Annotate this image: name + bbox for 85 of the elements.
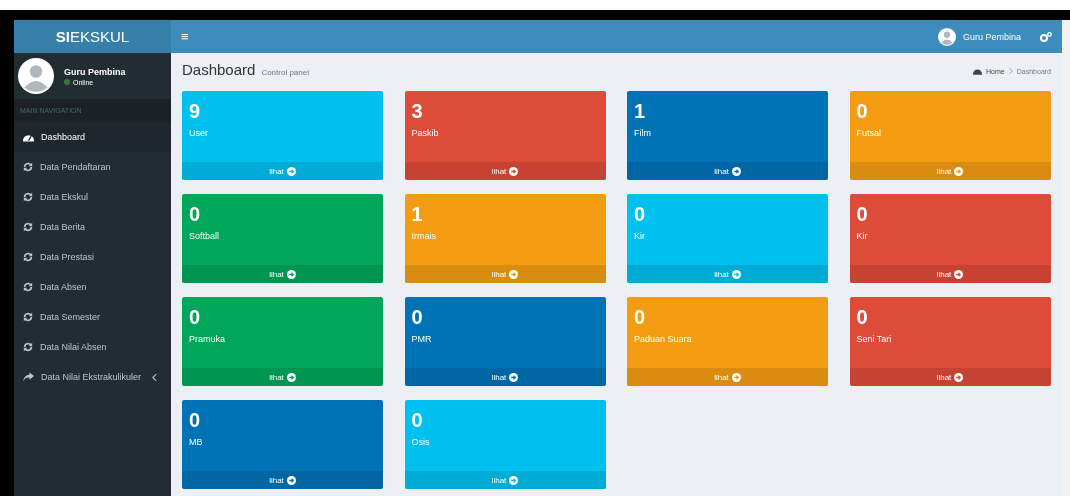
- stat-count: 0: [411, 410, 423, 430]
- stat-count: 0: [856, 101, 868, 121]
- arrow-circle-right-icon: [286, 475, 296, 485]
- stat-label: Futsal: [856, 128, 881, 138]
- avatar-icon: [18, 58, 54, 94]
- arrow-circle-right-icon: [509, 269, 519, 279]
- stat-count: 0: [189, 204, 201, 224]
- refresh-icon: [23, 282, 33, 292]
- stat-count: 1: [634, 101, 646, 121]
- card-footer-link[interactable]: lihat: [404, 471, 606, 489]
- stat-label: Softball: [189, 231, 220, 241]
- stat-count: 0: [411, 307, 423, 327]
- refresh-icon: [23, 312, 33, 322]
- arrow-circle-right-icon: [731, 372, 741, 382]
- stat-count: 0: [189, 307, 201, 327]
- stat-label: Kir: [634, 231, 645, 241]
- stat-count: 9: [189, 101, 201, 121]
- nav-item[interactable]: Data Absen: [14, 272, 171, 302]
- nav-item[interactable]: Data Ekskul: [14, 182, 171, 212]
- dashboard-icon: [973, 67, 983, 75]
- card-footer-link[interactable]: lihat: [182, 368, 383, 386]
- arrow-circle-right-icon: [954, 269, 964, 279]
- page-title: Dashboard: [182, 61, 256, 78]
- stat-label: Seni Tari: [856, 334, 892, 344]
- nav-item[interactable]: Data Pendaftaran: [14, 152, 171, 182]
- app-logo[interactable]: SIEKSKUL: [14, 20, 171, 53]
- nav-item[interactable]: Data Semester: [14, 302, 171, 332]
- stat-label: Paduan Suara: [634, 334, 692, 344]
- user-name: Guru Pembina: [64, 66, 126, 77]
- stat-label: MB: [189, 437, 203, 447]
- card-footer-link[interactable]: lihat: [404, 162, 606, 180]
- card-footer-link[interactable]: lihat: [849, 162, 1051, 180]
- card-footer-link[interactable]: lihat: [627, 265, 828, 283]
- arrow-circle-right-icon: [509, 475, 519, 485]
- dashboard-icon: [23, 132, 34, 142]
- user-menu[interactable]: Guru Pembina: [962, 31, 1021, 42]
- arrow-circle-right-icon: [286, 166, 296, 176]
- card-footer-link[interactable]: lihat: [404, 368, 606, 386]
- stat-label: Paskib: [411, 128, 439, 138]
- arrow-circle-right-icon: [731, 166, 741, 176]
- stat-label: User: [189, 128, 208, 138]
- stat-count: 0: [634, 204, 646, 224]
- arrow-circle-right-icon: [954, 166, 964, 176]
- arrow-circle-right-icon: [509, 372, 519, 382]
- card-footer-link[interactable]: lihat: [627, 162, 828, 180]
- stat-label: Osis: [411, 437, 430, 447]
- arrow-circle-right-icon: [954, 372, 964, 382]
- card-footer-link[interactable]: lihat: [182, 471, 383, 489]
- settings-icon[interactable]: [1040, 31, 1052, 42]
- refresh-icon: [23, 222, 33, 232]
- card-footer-link[interactable]: lihat: [849, 368, 1051, 386]
- stat-count: 1: [411, 204, 423, 224]
- card-footer-link[interactable]: lihat: [404, 265, 606, 283]
- stat-label: Kir: [856, 231, 868, 241]
- nav-item[interactable]: Data Prestasi: [14, 242, 171, 272]
- nav-item[interactable]: Data Berita: [14, 212, 171, 242]
- stat-count: 0: [189, 410, 201, 430]
- refresh-icon: [23, 162, 33, 172]
- stat-label: Pramuka: [189, 334, 225, 344]
- card-footer-link[interactable]: lihat: [182, 162, 383, 180]
- nav-item[interactable]: Data Nilai Ekstrakulikuler: [14, 362, 171, 392]
- stat-count: 3: [411, 101, 423, 121]
- refresh-icon: [23, 342, 33, 352]
- arrow-circle-right-icon: [286, 269, 296, 279]
- card-footer-link[interactable]: lihat: [182, 265, 383, 283]
- stat-count: 0: [634, 307, 646, 327]
- stat-count: 0: [856, 204, 868, 224]
- avatar-icon[interactable]: [937, 27, 956, 46]
- stat-label: PMR: [411, 334, 432, 344]
- page-subtitle: Control panel: [261, 68, 309, 77]
- stat-label: Film: [634, 128, 651, 138]
- nav-item[interactable]: Data Nilai Absen: [14, 332, 171, 362]
- chevron-right-icon: [1008, 68, 1013, 74]
- refresh-icon: [23, 192, 33, 202]
- arrow-circle-right-icon: [286, 372, 296, 382]
- arrow-circle-right-icon: [731, 269, 741, 279]
- card-footer-link[interactable]: lihat: [849, 265, 1051, 283]
- arrow-circle-right-icon: [509, 166, 519, 176]
- share-arrow-icon: [23, 372, 34, 382]
- stat-label: Irmais: [411, 231, 436, 241]
- card-footer-link[interactable]: lihat: [627, 368, 828, 386]
- refresh-icon: [23, 252, 33, 262]
- stat-count: 0: [856, 307, 868, 327]
- menu-toggle[interactable]: ≡: [181, 29, 189, 44]
- nav-item[interactable]: Dashboard: [14, 122, 171, 152]
